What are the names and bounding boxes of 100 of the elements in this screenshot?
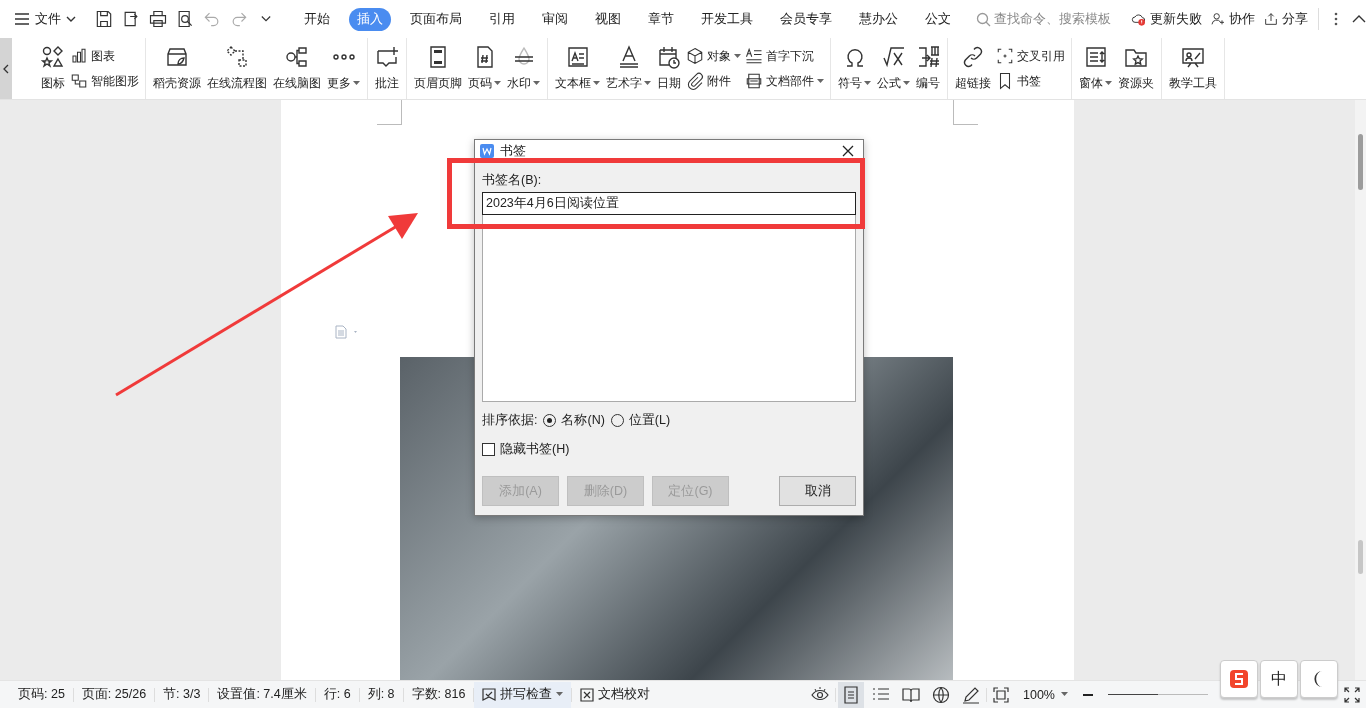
cross-reference-icon — [996, 47, 1014, 65]
status-text: 字数: 816 — [410, 686, 467, 703]
pen-icon[interactable] — [962, 685, 980, 704]
ribbon-button[interactable]: 附件 — [686, 72, 741, 90]
ribbon-button[interactable]: 对象 — [686, 47, 741, 65]
ribbon-button[interactable]: 公式 — [876, 43, 911, 94]
bookmark-list[interactable] — [482, 215, 856, 402]
mind-map-icon — [285, 45, 309, 69]
toolbar-action[interactable]: 更新失败 — [1131, 10, 1202, 28]
page-view-icon[interactable] — [842, 685, 860, 704]
scrollbar[interactable] — [1355, 100, 1366, 680]
ribbon-button[interactable]: 智能图形 — [70, 72, 139, 90]
close-icon[interactable] — [842, 145, 854, 157]
file-menu[interactable]: 文件 — [14, 10, 76, 28]
ribbon-button[interactable]: 资源夹 — [1117, 43, 1155, 94]
print-icon[interactable] — [148, 9, 168, 29]
ribbon-tab[interactable]: 章节 — [640, 7, 682, 31]
caret-icon — [556, 692, 564, 697]
ribbon-tab[interactable]: 视图 — [587, 7, 629, 31]
dialog-button[interactable]: 取消 — [779, 476, 856, 506]
add-user-icon — [1210, 11, 1226, 27]
ribbon-button[interactable]: 批注 — [374, 43, 400, 94]
ribbon-button[interactable]: 书签 — [996, 72, 1065, 90]
ribbon-tab[interactable]: 开始 — [296, 7, 338, 31]
calendar-icon — [657, 45, 681, 69]
ribbon-button[interactable]: 超链接 — [954, 43, 992, 94]
checkbox[interactable] — [482, 443, 495, 456]
spell-check-button[interactable]: 拼写检查 — [474, 681, 572, 708]
menu-icon — [14, 12, 30, 26]
spell-check-icon — [482, 687, 497, 702]
cloud-error-icon — [1131, 11, 1147, 27]
share-icon — [1263, 11, 1279, 27]
drop-cap-icon — [745, 47, 763, 65]
flowchart-icon — [225, 45, 249, 69]
ribbon-button[interactable]: 日期 — [656, 43, 682, 94]
toolbar-action[interactable]: 协作 — [1210, 10, 1255, 28]
ribbon-button[interactable]: 图表 — [70, 47, 139, 65]
radio-option[interactable]: 名称(N) — [543, 412, 605, 429]
ribbon-tab[interactable]: 引用 — [481, 7, 523, 31]
ribbon-button[interactable]: 稻壳资源 — [152, 43, 202, 94]
status-text: 页码: 25 — [17, 686, 66, 703]
ribbon-button[interactable]: 首字下沉 — [745, 47, 824, 65]
ribbon-tab[interactable]: 审阅 — [534, 7, 576, 31]
storefront-icon — [165, 45, 189, 69]
chevron-left-icon — [3, 63, 9, 74]
ribbon-button[interactable]: 页码 — [467, 43, 502, 94]
ribbon-tab[interactable]: 慧办公 — [851, 7, 906, 31]
comment-icon — [375, 45, 399, 69]
ribbon-button[interactable]: 在线脑图 — [272, 43, 322, 94]
ribbon-button[interactable]: 在线流程图 — [206, 43, 268, 94]
ribbon-button[interactable]: 水印 — [506, 43, 541, 94]
status-text: 页面: 25/26 — [80, 686, 148, 703]
ribbon-tab[interactable]: 开发工具 — [693, 7, 761, 31]
ribbon-button[interactable]: 图标 — [40, 43, 66, 94]
ribbon-tab[interactable]: 页面布局 — [402, 7, 470, 31]
paperclip-icon — [686, 72, 704, 90]
proofread-icon — [580, 687, 595, 702]
ribbon-button[interactable]: 页眉页脚 — [413, 43, 463, 94]
dialog-title: 书签 — [500, 142, 527, 160]
book-icon[interactable] — [902, 685, 920, 704]
ribbon-button[interactable]: 文档部件 — [745, 72, 824, 90]
ribbon-tab[interactable]: 公文 — [917, 7, 959, 31]
bar-chart-icon — [70, 47, 88, 65]
ribbon-button[interactable]: 艺术字 — [605, 43, 652, 94]
zoom-dropdown[interactable]: 100% — [1015, 687, 1076, 702]
shapes-icon — [41, 45, 65, 69]
checkbox-option[interactable]: 隐藏书签(H) — [482, 441, 856, 458]
bookmark-name-field[interactable]: 2023年4月6日阅读位置 — [482, 192, 856, 215]
ribbon-button[interactable]: 编号 — [915, 43, 941, 94]
globe-icon[interactable] — [932, 685, 950, 704]
search-field[interactable]: 查找命令、搜索模板 — [976, 11, 1124, 27]
status-text: 行: 6 — [322, 686, 352, 703]
diagram-icon — [70, 72, 88, 90]
formula-icon — [881, 45, 906, 69]
ribbon-button[interactable]: 交叉引用 — [996, 47, 1065, 65]
form-icon — [1083, 45, 1108, 69]
ribbon-button[interactable]: 窗体 — [1078, 43, 1113, 94]
proofread-button[interactable]: 文档校对 — [572, 686, 659, 703]
field-label: 书签名(B): — [482, 172, 543, 189]
status-text: 列: 8 — [366, 686, 396, 703]
chevron-down-icon — [66, 16, 76, 22]
ime-logo-key[interactable] — [1220, 660, 1258, 698]
status-text: 节: 3/3 — [162, 686, 202, 703]
ribbon-button[interactable]: 教学工具 — [1168, 43, 1218, 94]
fullscreen-icon[interactable] — [1344, 686, 1360, 703]
toolbar-action[interactable]: 分享 — [1263, 10, 1308, 28]
ribbon-tab[interactable]: 会员专享 — [772, 7, 840, 31]
ime-mode-key[interactable]: 中 — [1260, 660, 1298, 698]
ribbon-button[interactable]: 更多 — [326, 43, 361, 94]
ribbon-button[interactable]: 文本框 — [554, 43, 601, 94]
ribbon-button[interactable]: 符号 — [837, 43, 872, 94]
more-icon — [332, 54, 355, 60]
numbering-icon — [916, 45, 940, 69]
save-icon[interactable] — [94, 9, 114, 29]
whiteboard-icon — [1181, 45, 1205, 69]
fit-page-icon[interactable] — [993, 686, 1009, 703]
radio-option[interactable]: 位置(L) — [610, 412, 671, 429]
crop-mark — [377, 100, 402, 125]
status-text: 设置值: 7.4厘米 — [216, 686, 308, 703]
cube-icon — [686, 47, 704, 65]
